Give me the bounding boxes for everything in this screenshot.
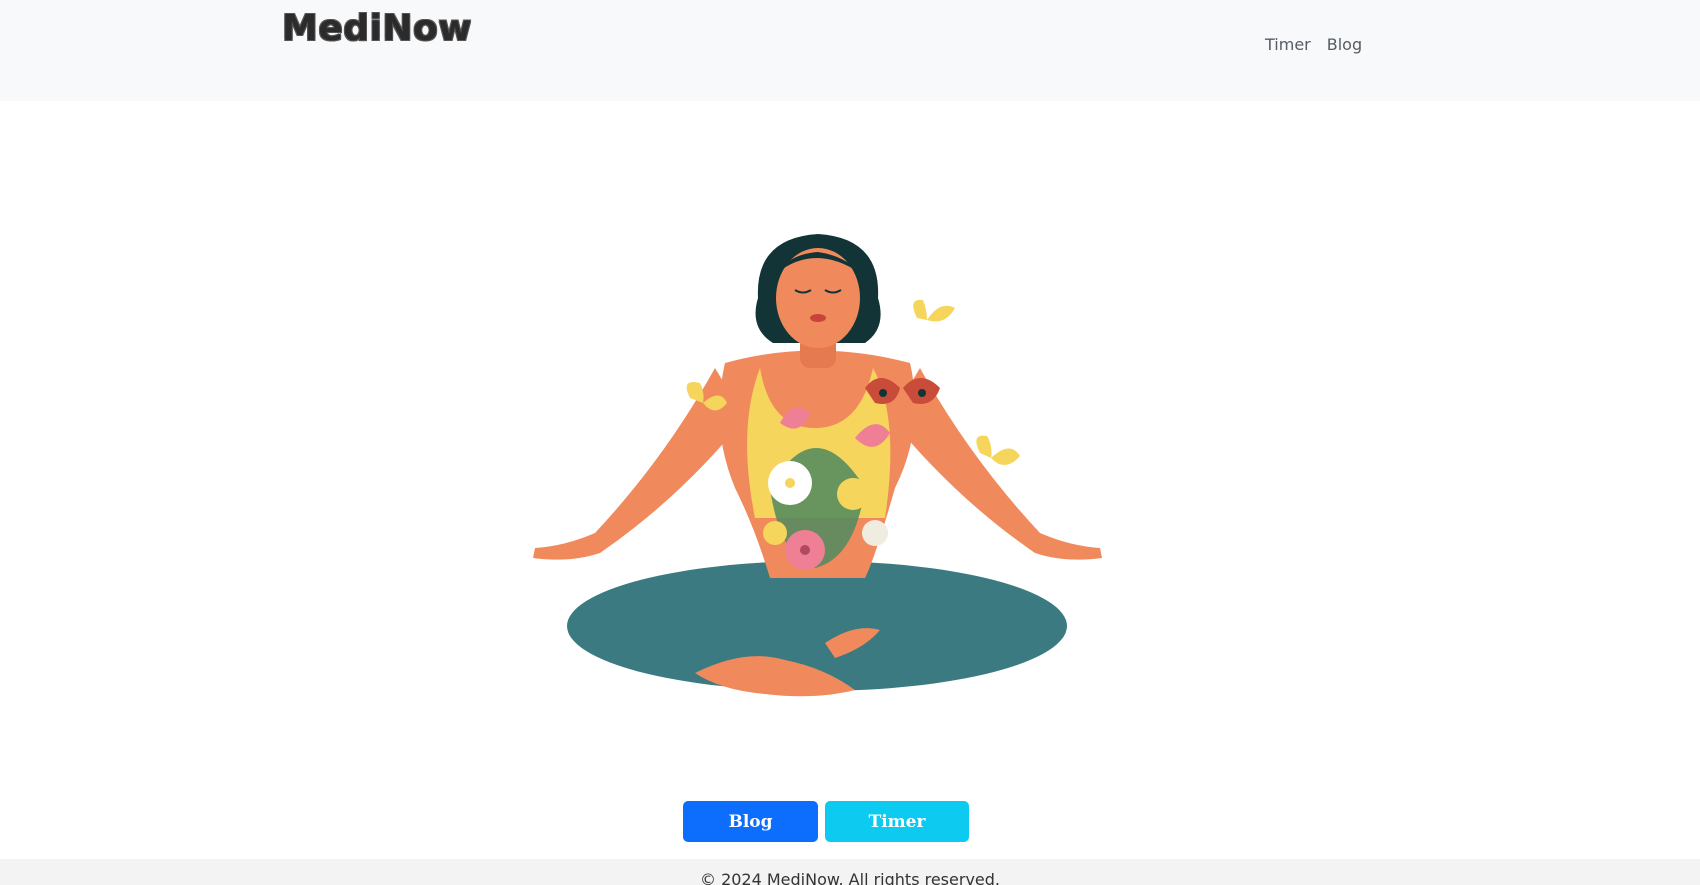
meditation-illustration	[515, 228, 1120, 708]
nav-link-timer[interactable]: Timer	[1265, 35, 1311, 54]
flower-yellow	[837, 478, 869, 510]
action-buttons: Blog Timer	[683, 801, 969, 842]
flower-small-yellow	[763, 521, 787, 545]
mouth	[810, 314, 826, 322]
copyright-text: © 2024 MediNow. All rights reserved.	[699, 870, 1000, 885]
blog-button[interactable]: Blog	[683, 801, 818, 842]
flower-small-cream	[862, 520, 888, 546]
meditating-woman-image	[533, 234, 1102, 697]
timer-button[interactable]: Timer	[825, 801, 969, 842]
nav-links: Timer Blog	[1265, 35, 1362, 54]
navbar: MediNow Timer Blog	[0, 0, 1700, 101]
footer: © 2024 MediNow. All rights reserved.	[0, 859, 1700, 885]
flower-center	[785, 478, 795, 488]
flower-pink-center	[800, 545, 810, 555]
butterfly-icon	[976, 435, 1020, 466]
nav-link-blog[interactable]: Blog	[1327, 35, 1362, 54]
butterfly-icon	[913, 299, 955, 322]
brand-logo[interactable]: MediNow	[282, 8, 472, 49]
